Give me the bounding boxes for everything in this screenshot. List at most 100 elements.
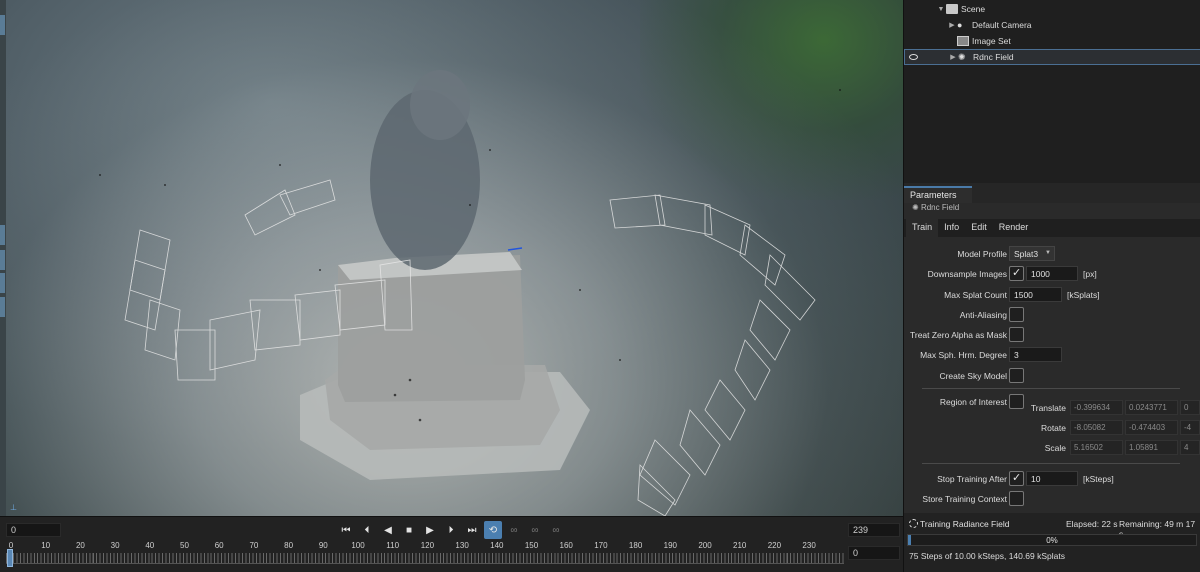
store-context-label: Store Training Context (922, 494, 1007, 504)
rotate-y-field[interactable]: -0.474403 (1125, 420, 1178, 435)
tree-item-rdnc-field[interactable]: ▶ ✺ Rdnc Field (904, 49, 1200, 65)
downsample-input[interactable]: 1000 (1026, 266, 1078, 281)
translate-y-field[interactable]: 0.0243771 (1125, 400, 1178, 415)
trail-icon[interactable]: ∞ (547, 521, 565, 539)
selection-marker (507, 247, 523, 251)
go-to-end-button[interactable]: ⏭ (463, 521, 481, 539)
parameters-object-label: ✺ Rdnc Field (912, 203, 960, 212)
tree-item-label: Scene (961, 4, 986, 14)
go-to-start-button[interactable]: ⏮ (337, 521, 355, 539)
stop-training-unit: [kSteps] (1083, 474, 1114, 484)
viewport-tool-tab[interactable] (0, 15, 5, 35)
create-sky-label: Create Sky Model (939, 371, 1007, 381)
current-frame-field[interactable]: 0 (848, 546, 900, 560)
ruler-label: 130 (455, 541, 469, 550)
parameters-panel: ✺ Rdnc Field Train Info Edit Render Mode… (904, 203, 1200, 513)
parameters-tab[interactable]: Parameters (904, 186, 972, 203)
rotate-x-field[interactable]: -8.05082 (1070, 420, 1123, 435)
status-title: Training Radiance Field (920, 519, 1010, 529)
play-backward-button[interactable]: ◀ (379, 521, 397, 539)
viewport-tool-tab[interactable] (0, 273, 5, 293)
training-status: Training Radiance Field Elapsed: 22 s Re… (904, 513, 1200, 572)
rotate-z-field[interactable]: -4 (1180, 420, 1200, 435)
right-panel: ▼ Scene ▶ ● Default Camera Image Set ▶ ✺… (903, 0, 1200, 572)
ghost-icon[interactable]: ∞ (526, 521, 544, 539)
ruler-label: 100 (351, 541, 365, 550)
stop-training-row: Stop Training After 10 [kSteps] (904, 471, 1200, 487)
tab-edit[interactable]: Edit (965, 219, 993, 237)
next-key-button[interactable]: ⏵ (442, 521, 460, 539)
tab-info[interactable]: Info (938, 219, 966, 237)
progress-text: 0% (1046, 536, 1058, 545)
loop-button[interactable]: ⟲ (484, 521, 502, 539)
max-splat-input[interactable]: 1500 (1009, 287, 1062, 302)
end-frame-field[interactable]: 239 (848, 523, 900, 537)
scene-tree: ▼ Scene ▶ ● Default Camera Image Set ▶ ✺… (904, 0, 1200, 183)
anti-aliasing-checkbox[interactable] (1009, 307, 1024, 322)
store-context-row: Store Training Context (904, 491, 1200, 507)
ruler-label: 200 (698, 541, 712, 550)
create-sky-checkbox[interactable] (1009, 368, 1024, 383)
ruler-label: 60 (214, 541, 224, 550)
playhead[interactable] (7, 549, 13, 567)
model-profile-label: Model Profile (957, 249, 1007, 259)
playback-controls: ⏮ ⏴ ◀ ■ ▶ ⏵ ⏭ ⟲ ∞ ∞ ∞ (337, 521, 565, 539)
3d-viewport[interactable]: ⊥ (0, 0, 903, 516)
tree-item-label: Rdnc Field (973, 52, 1014, 62)
viewport-tool-tab[interactable] (0, 225, 5, 245)
max-sph-label: Max Sph. Hrm. Degree (920, 350, 1007, 360)
downsample-checkbox[interactable] (1009, 266, 1024, 281)
elapsed-time: Elapsed: 22 s (1066, 519, 1118, 529)
stop-training-checkbox[interactable] (1009, 471, 1024, 486)
translate-label: Translate (1030, 403, 1066, 413)
expand-arrow-icon[interactable]: ▶ (948, 53, 958, 61)
expand-arrow-icon[interactable]: ▼ (936, 6, 946, 13)
ruler-label: 210 (733, 541, 747, 550)
viewport-tool-tab[interactable] (0, 297, 5, 317)
viewport-tool-tab[interactable] (0, 250, 5, 270)
camera-frusta-right (609, 194, 816, 516)
ruler-label: 10 (41, 541, 51, 550)
scale-label: Scale (1044, 443, 1066, 453)
chevron-down-icon: ▼ (1045, 250, 1051, 256)
tree-item-image-set[interactable]: Image Set (904, 33, 1200, 49)
training-progress-bar: 0% (907, 534, 1197, 546)
max-splat-row: Max Splat Count 1500 [kSplats] (904, 287, 1200, 303)
ruler-label: 230 (802, 541, 816, 550)
translate-x-field[interactable]: -0.399634 (1070, 400, 1123, 415)
stop-training-input[interactable]: 10 (1026, 471, 1078, 486)
tree-item-default-camera[interactable]: ▶ ● Default Camera (904, 17, 1200, 33)
expand-arrow-icon[interactable]: ▶ (947, 21, 957, 29)
start-frame-field[interactable]: 0 (6, 523, 61, 537)
axis-gizmo-icon: ⊥ (10, 503, 17, 512)
tab-render[interactable]: Render (992, 219, 1035, 237)
ruler-label: 220 (767, 541, 782, 550)
object-name: Rdnc Field (920, 203, 960, 212)
ruler-ticks (6, 553, 844, 563)
radiance-field-icon: ✺ (958, 52, 966, 62)
scale-x-field[interactable]: 5.16502 (1070, 440, 1123, 455)
tree-item-scene[interactable]: ▼ Scene (904, 1, 1200, 17)
treat-zero-alpha-row: Treat Zero Alpha as Mask (904, 327, 1200, 343)
scale-row: Scale 5.16502 1.05891 4 (904, 440, 1200, 456)
stop-button[interactable]: ■ (400, 521, 418, 539)
tab-train[interactable]: Train (906, 219, 939, 237)
timeline: 0 ⏮ ⏴ ◀ ■ ▶ ⏵ ⏭ ⟲ ∞ ∞ ∞ 239 0 0 10 20 30 40 5… (0, 516, 903, 572)
max-sph-input[interactable]: 3 (1009, 347, 1062, 362)
prev-key-button[interactable]: ⏴ (358, 521, 376, 539)
store-context-checkbox[interactable] (1009, 491, 1024, 506)
model-profile-select[interactable]: Splat3 ▼ (1009, 246, 1055, 261)
translate-z-field[interactable]: 0 (1180, 400, 1200, 415)
scale-y-field[interactable]: 1.05891 (1125, 440, 1178, 455)
scale-z-field[interactable]: 4 (1180, 440, 1200, 455)
anti-aliasing-row: Anti-Aliasing (904, 307, 1200, 323)
tree-item-label: Image Set (972, 36, 1011, 46)
training-steps: 75 Steps of 10.00 kSteps, 140.69 kSplats (909, 551, 1065, 561)
max-sph-row: Max Sph. Hrm. Degree 3 (904, 347, 1200, 363)
treat-zero-alpha-checkbox[interactable] (1009, 327, 1024, 342)
timeline-ruler[interactable]: 0 10 20 30 40 50 60 70 80 90 100 110 120 130 140 150 160… (6, 541, 844, 569)
model-profile-row: Model Profile Splat3 ▼ (904, 246, 1200, 262)
visibility-eye-icon[interactable] (909, 54, 918, 60)
onion-skin-icon[interactable]: ∞ (505, 521, 523, 539)
play-button[interactable]: ▶ (421, 521, 439, 539)
